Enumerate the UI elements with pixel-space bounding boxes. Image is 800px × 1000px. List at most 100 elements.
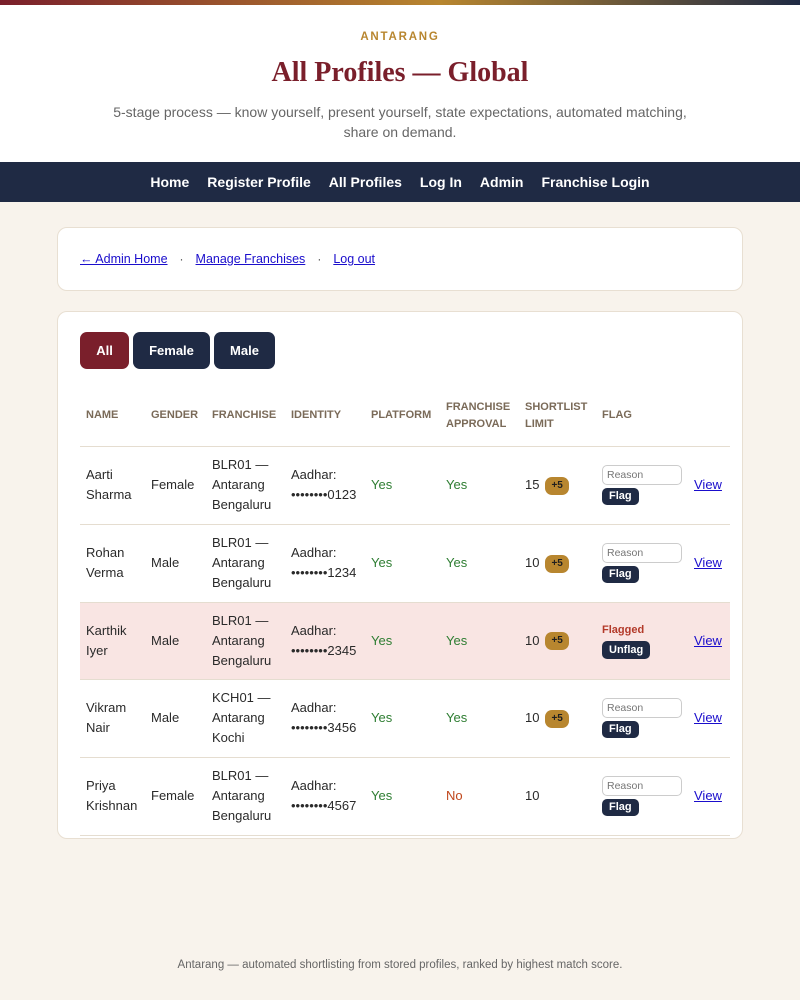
header-identity: IDENTITY <box>285 386 365 447</box>
nav-admin[interactable]: Admin <box>480 174 524 190</box>
cell-franchise-approval: Yes <box>440 446 519 525</box>
cell-franchise-approval: Yes <box>440 602 519 680</box>
view-link[interactable]: View <box>694 477 722 492</box>
nav-log-in[interactable]: Log In <box>420 174 462 190</box>
page-header: ANTARANG All Profiles — Global 5-stage p… <box>0 5 800 162</box>
cell-gender: Male <box>145 679 206 758</box>
flag-button[interactable]: Flag <box>602 566 639 583</box>
cell-flag: Flag <box>596 679 688 758</box>
admin-links-card: ← Admin Home · Manage Franchises · Log o… <box>57 227 743 291</box>
cell-name: Vikram Nair <box>80 679 145 758</box>
cell-flag: Flag <box>596 446 688 525</box>
cell-name: Rohan Verma <box>80 524 145 603</box>
cell-gender: Female <box>145 757 206 836</box>
cell-franchise-approval: Yes <box>440 524 519 603</box>
increase-limit-button[interactable]: +5 <box>545 554 569 573</box>
cell-franchise: KCH01 — Antarang Kochi <box>206 679 285 758</box>
header-flag: FLAG <box>596 386 688 447</box>
cell-franchise-approval: Yes <box>440 679 519 758</box>
header-gender: GENDER <box>145 386 206 447</box>
identity-mask: ••••••••4567 <box>291 798 357 813</box>
flag-reason-input[interactable] <box>602 465 682 485</box>
flag-button[interactable]: Flag <box>602 721 639 738</box>
cell-flag: Flag <box>596 524 688 603</box>
identity-type: Aadhar: <box>291 778 337 793</box>
limit-value: 10 <box>525 632 540 648</box>
cell-identity: Aadhar: ••••••••1234 <box>285 524 365 603</box>
identity-mask: ••••••••3456 <box>291 720 357 735</box>
flagged-status: Flagged <box>602 623 645 636</box>
flag-button[interactable]: Flag <box>602 799 639 816</box>
increase-limit-button[interactable]: +5 <box>545 632 569 651</box>
cell-shortlist-limit: 10 +5 <box>519 524 596 603</box>
filter-all-button[interactable]: All <box>80 332 129 369</box>
nav-home[interactable]: Home <box>150 174 189 190</box>
admin-home-link[interactable]: ← Admin Home <box>80 252 168 266</box>
cell-platform: Yes <box>365 757 440 836</box>
nav-franchise-login[interactable]: Franchise Login <box>541 174 649 190</box>
limit-value: 15 <box>525 477 540 492</box>
view-link[interactable]: View <box>694 710 722 725</box>
increase-limit-button[interactable]: +5 <box>545 709 569 728</box>
cell-actions: View <box>688 757 730 836</box>
brand-label: ANTARANG <box>360 31 440 43</box>
cell-franchise: BLR01 — Antarang Bengaluru <box>206 524 285 603</box>
unflag-button[interactable]: Unflag <box>602 640 651 659</box>
manage-franchises-link[interactable]: Manage Franchises <box>196 252 306 266</box>
view-link[interactable]: View <box>694 555 722 570</box>
flag-reason-input[interactable] <box>602 698 682 718</box>
table-row: Aarti Sharma Female BLR01 — Antarang Ben… <box>80 446 730 525</box>
identity-type: Aadhar: <box>291 700 337 715</box>
cell-platform: Yes <box>365 602 440 680</box>
cell-name: Priya Krishnan <box>80 757 145 836</box>
limit-value: 10 <box>525 710 540 725</box>
cell-actions: View <box>688 602 730 680</box>
table-row: Karthik Iyer Male BLR01 — Antarang Benga… <box>80 602 730 680</box>
table-row: Vikram Nair Male KCH01 — Antarang Kochi … <box>80 679 730 758</box>
cell-platform: Yes <box>365 446 440 525</box>
cell-gender: Female <box>145 446 206 525</box>
cell-platform: Yes <box>365 679 440 758</box>
cell-identity: Aadhar: ••••••••3456 <box>285 679 365 758</box>
table-header-row: NAME GENDER FRANCHISE IDENTITY PLATFORM … <box>80 386 730 447</box>
page-footer: Antarang — automated shortlisting from s… <box>177 959 623 971</box>
header-franchise-approval: FRANCHISE APPROVAL <box>440 386 519 447</box>
profiles-table-body: Aarti Sharma Female BLR01 — Antarang Ben… <box>80 446 730 836</box>
header-shortlist-limit: SHORTLIST LIMIT <box>519 386 596 447</box>
view-link[interactable]: View <box>694 633 722 648</box>
cell-franchise: BLR01 — Antarang Bengaluru <box>206 602 285 680</box>
cell-actions: View <box>688 524 730 603</box>
cell-franchise: BLR01 — Antarang Bengaluru <box>206 757 285 836</box>
profiles-table: NAME GENDER FRANCHISE IDENTITY PLATFORM … <box>80 386 730 836</box>
increase-limit-button[interactable]: +5 <box>545 476 569 495</box>
link-separator: · <box>317 252 322 266</box>
link-separator: · <box>179 252 184 266</box>
view-link[interactable]: View <box>694 788 722 803</box>
header-name: NAME <box>80 386 145 447</box>
cell-platform: Yes <box>365 524 440 603</box>
cell-gender: Male <box>145 524 206 603</box>
logout-link[interactable]: Log out <box>333 252 375 266</box>
cell-identity: Aadhar: ••••••••4567 <box>285 757 365 836</box>
cell-name: Karthik Iyer <box>80 602 145 680</box>
cell-shortlist-limit: 10 <box>519 757 596 836</box>
gender-filter-group: All Female Male <box>80 332 728 369</box>
nav-register-profile[interactable]: Register Profile <box>207 174 310 190</box>
cell-shortlist-limit: 10 +5 <box>519 602 596 680</box>
filter-male-button[interactable]: Male <box>214 332 275 369</box>
cell-actions: View <box>688 446 730 525</box>
cell-gender: Male <box>145 602 206 680</box>
cell-identity: Aadhar: ••••••••0123 <box>285 446 365 525</box>
flag-button[interactable]: Flag <box>602 488 639 505</box>
flag-reason-input[interactable] <box>602 776 682 796</box>
cell-shortlist-limit: 15 +5 <box>519 446 596 525</box>
header-platform: PLATFORM <box>365 386 440 447</box>
flag-reason-input[interactable] <box>602 543 682 563</box>
page-title: All Profiles — Global <box>271 57 529 88</box>
nav-all-profiles[interactable]: All Profiles <box>329 174 402 190</box>
cell-actions: View <box>688 679 730 758</box>
filter-female-button[interactable]: Female <box>133 332 210 369</box>
cell-identity: Aadhar: ••••••••2345 <box>285 602 365 680</box>
cell-shortlist-limit: 10 +5 <box>519 679 596 758</box>
cell-name: Aarti Sharma <box>80 446 145 525</box>
